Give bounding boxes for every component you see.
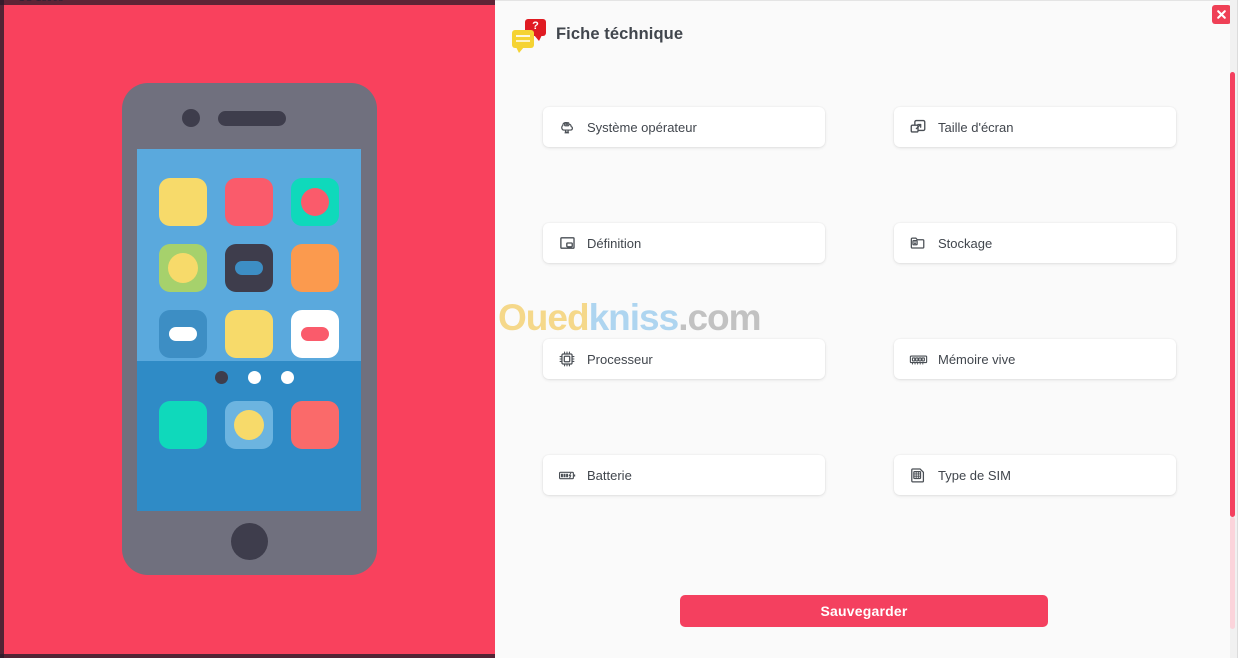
app-tile <box>225 244 273 292</box>
field-row: Batterie Type de SIM <box>543 455 1177 495</box>
app-tile-inner <box>168 253 198 283</box>
illustration-panel: OS-18908 <box>0 0 495 658</box>
chat-bubble-front <box>512 30 534 53</box>
field-definition[interactable]: Définition <box>543 223 825 263</box>
page-dot <box>281 371 294 384</box>
app-tile <box>291 244 339 292</box>
app-tile <box>225 178 273 226</box>
field-batterie[interactable]: Batterie <box>543 455 825 495</box>
app-tile <box>159 244 207 292</box>
app-tile <box>159 401 207 449</box>
sim-card-icon <box>908 465 928 485</box>
spec-fields-grid: Système opérateur Taille d'écran Définit… <box>543 107 1177 571</box>
panel-edge-left <box>0 0 4 658</box>
scrollbar-thumb-tail[interactable] <box>1230 517 1235 629</box>
fiche-technique-modal: ? Fiche téchnique Ouedkniss.com Système … <box>495 0 1238 658</box>
storage-folder-icon <box>908 233 928 253</box>
panel-edge-top <box>0 0 495 5</box>
smartphone-illustration <box>122 83 377 575</box>
app-tile <box>291 310 339 358</box>
panel-edge-bottom <box>0 654 495 658</box>
app-tile <box>291 178 339 226</box>
chat-bubble-lines <box>516 35 530 37</box>
page-dot <box>248 371 261 384</box>
field-label: Système opérateur <box>587 119 697 135</box>
field-row: Processeur Mémoire vive <box>543 339 1177 379</box>
battery-icon <box>557 465 577 485</box>
app-tile <box>291 401 339 449</box>
page-title: Fiche téchnique <box>556 24 684 43</box>
app-tile-inner <box>234 410 264 440</box>
field-row: Définition Stockage <box>543 223 1177 263</box>
resolution-icon <box>557 233 577 253</box>
question-chat-bubble-icon: ? <box>512 17 546 53</box>
app-tile <box>159 310 207 358</box>
field-memoire-vive[interactable]: Mémoire vive <box>894 339 1176 379</box>
app-tile <box>225 310 273 358</box>
field-row: Système opérateur Taille d'écran <box>543 107 1177 147</box>
phone-home-button <box>231 523 268 560</box>
app-root: OS-18908 ? Fiche téchnique <box>0 0 1238 658</box>
app-tile-inner <box>301 327 329 341</box>
field-label: Mémoire vive <box>938 351 1016 367</box>
app-tile <box>159 178 207 226</box>
operating-system-icon <box>557 117 577 137</box>
app-tile <box>225 401 273 449</box>
field-label: Définition <box>587 235 642 251</box>
app-tile-inner <box>301 188 329 216</box>
page-dot-active <box>215 371 228 384</box>
field-label: Stockage <box>938 235 993 251</box>
field-label: Type de SIM <box>938 467 1011 483</box>
phone-camera-dot <box>182 109 200 127</box>
phone-speaker <box>218 111 286 126</box>
field-label: Taille d'écran <box>938 119 1014 135</box>
phone-screen <box>137 149 361 511</box>
field-stockage[interactable]: Stockage <box>894 223 1176 263</box>
close-icon[interactable] <box>1212 5 1231 24</box>
field-label: Processeur <box>587 351 653 367</box>
ram-memory-icon <box>908 349 928 369</box>
scrollbar-track[interactable] <box>1230 0 1237 658</box>
field-label: Batterie <box>587 467 632 483</box>
cpu-chip-icon <box>557 349 577 369</box>
save-button[interactable]: Sauvegarder <box>680 595 1048 627</box>
field-processeur[interactable]: Processeur <box>543 339 825 379</box>
app-tile-inner <box>169 327 197 341</box>
scrollbar-thumb[interactable] <box>1230 72 1235 517</box>
field-taille-decran[interactable]: Taille d'écran <box>894 107 1176 147</box>
screen-size-icon <box>908 117 928 137</box>
app-tile-inner <box>235 261 263 275</box>
modal-header: ? Fiche téchnique <box>495 0 1238 68</box>
field-type-de-sim[interactable]: Type de SIM <box>894 455 1176 495</box>
field-systeme-operateur[interactable]: Système opérateur <box>543 107 825 147</box>
